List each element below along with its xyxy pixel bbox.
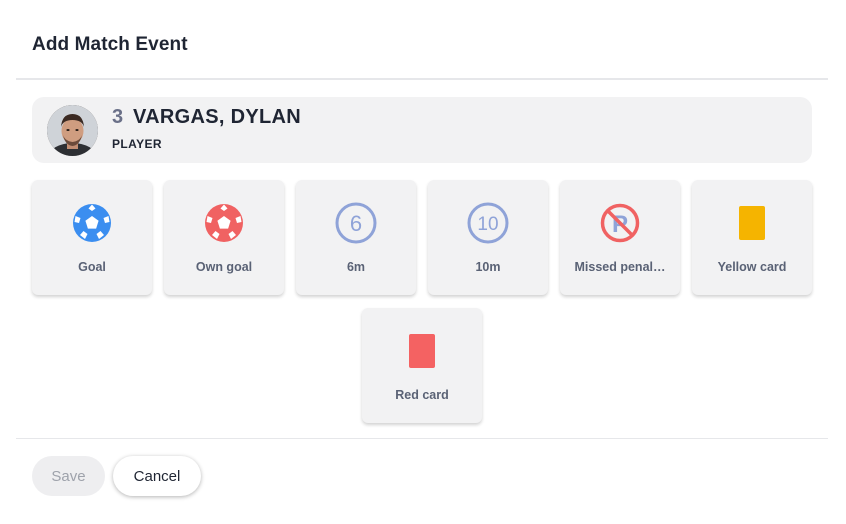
player-card: 3 VARGAS, DYLAN PLAYER <box>32 97 812 163</box>
event-label: Yellow card <box>717 260 787 274</box>
circle-10-icon: 10 <box>467 202 509 244</box>
event-red-card-button[interactable]: Red card <box>362 308 482 423</box>
event-label: Missed penal… <box>574 260 666 274</box>
player-name: VARGAS, DYLAN <box>133 106 301 128</box>
event-own-goal-button[interactable]: Own goal <box>164 180 284 295</box>
event-label: Red card <box>395 388 449 402</box>
event-label: 6m <box>346 260 366 274</box>
player-role: PLAYER <box>112 137 162 151</box>
circle-10-number: 10 <box>477 214 498 235</box>
event-yellow-card-button[interactable]: Yellow card <box>692 180 812 295</box>
cancel-button[interactable]: Cancel <box>113 456 201 496</box>
event-goal-button[interactable]: Goal <box>32 180 152 295</box>
event-label: Goal <box>78 260 106 274</box>
player-avatar <box>47 105 98 156</box>
event-label: 10m <box>475 260 501 274</box>
yellow-card-icon <box>731 202 773 244</box>
circle-6-icon: 6 <box>335 202 377 244</box>
event-6m-button[interactable]: 6 6m <box>296 180 416 295</box>
soccer-ball-icon <box>203 202 245 244</box>
header-divider <box>16 78 828 80</box>
dialog-title: Add Match Event <box>32 34 188 55</box>
player-number: 3 <box>112 106 124 128</box>
footer-divider <box>16 438 828 439</box>
circle-6-number: 6 <box>350 211 362 236</box>
event-10m-button[interactable]: 10 10m <box>428 180 548 295</box>
event-label: Own goal <box>195 260 253 274</box>
event-missed-penalty-button[interactable]: P Missed penal… <box>560 180 680 295</box>
save-button[interactable]: Save <box>32 456 105 496</box>
soccer-ball-icon <box>71 202 113 244</box>
add-match-event-dialog: Add Match Event 3 VARGAS, DYLAN PLAYER G… <box>0 0 846 524</box>
red-card-icon <box>401 330 443 372</box>
missed-penalty-icon: P <box>599 202 641 244</box>
